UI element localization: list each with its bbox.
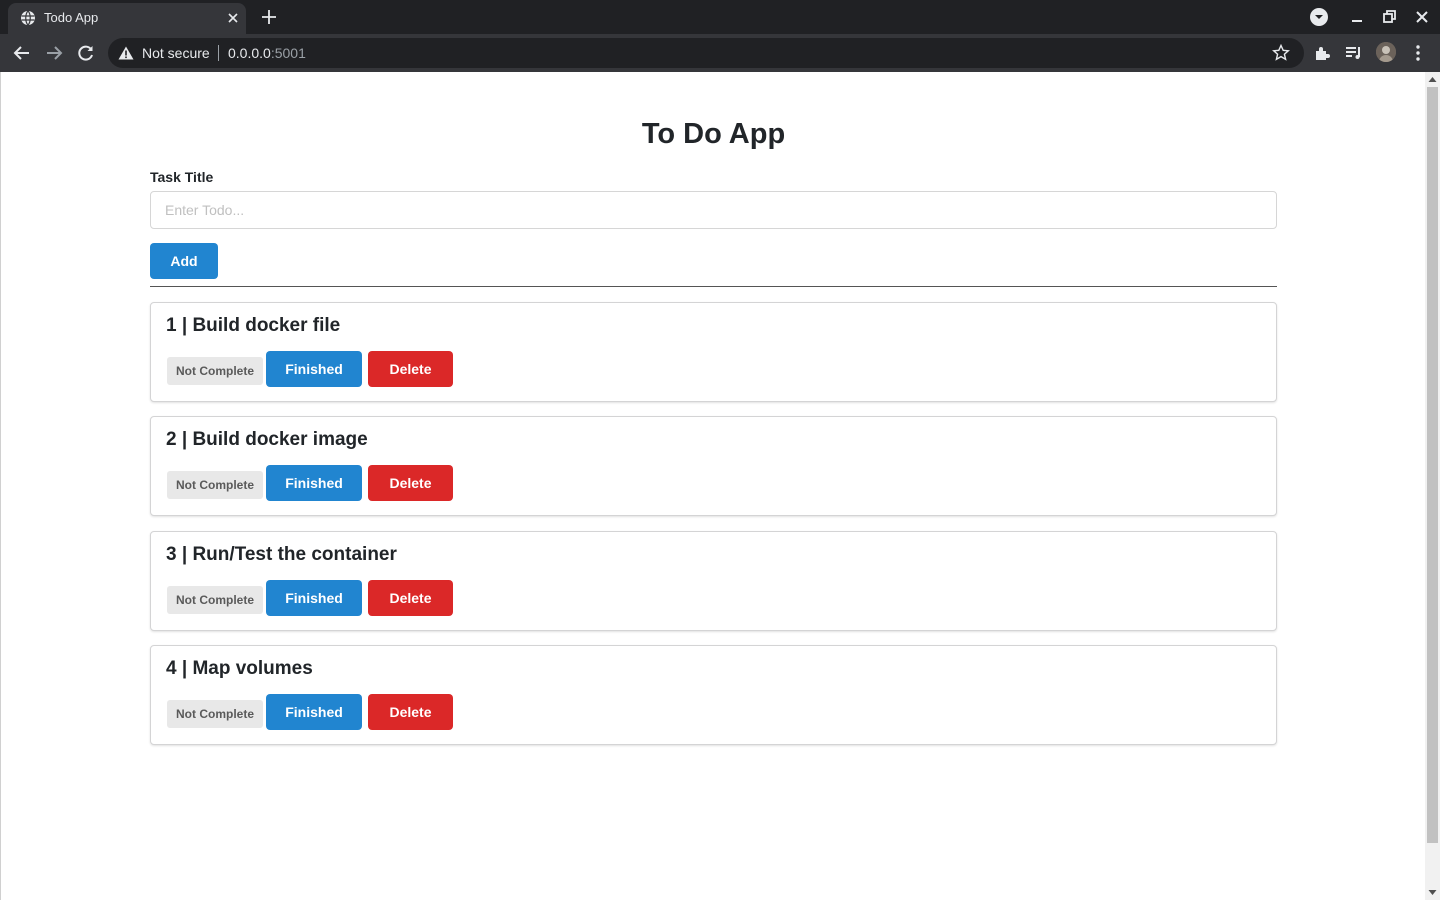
window-close-icon[interactable]	[1412, 7, 1432, 27]
omnibox-separator	[218, 45, 219, 61]
tab-title: Todo App	[44, 10, 99, 25]
profile-avatar-image	[1376, 42, 1396, 62]
scroll-up-arrow-icon[interactable]	[1428, 75, 1437, 84]
close-icon[interactable]	[224, 9, 242, 27]
delete-button[interactable]: Delete	[368, 465, 453, 501]
extensions-icon[interactable]	[1312, 43, 1332, 63]
status-badge: Not Complete	[167, 586, 263, 614]
globe-icon	[21, 10, 35, 26]
more-icon[interactable]	[1408, 43, 1428, 63]
page-title: To Do App	[641, 118, 786, 150]
finished-button[interactable]: Finished	[266, 580, 362, 616]
finished-button[interactable]: Finished	[266, 465, 362, 501]
delete-button[interactable]: Delete	[368, 351, 453, 387]
delete-button[interactable]: Delete	[368, 580, 453, 616]
url-port: :5001	[270, 45, 306, 61]
page-viewport: To Do App Task Title Add 1 | Build docke…	[0, 72, 1425, 900]
task-title: 3 | Run/Test the container	[166, 544, 397, 565]
delete-button[interactable]: Delete	[368, 694, 453, 730]
task-card: 3 | Run/Test the container Not Complete …	[150, 531, 1277, 631]
divider	[150, 286, 1277, 287]
media-dropdown-icon[interactable]	[1309, 7, 1329, 27]
status-badge: Not Complete	[167, 700, 263, 728]
avatar[interactable]	[1376, 42, 1396, 62]
browser-toolbar: Not secure 0.0.0.0:5001	[0, 34, 1440, 72]
browser-tab[interactable]: Todo App	[8, 3, 246, 34]
plus-icon[interactable]	[258, 6, 280, 28]
finished-button[interactable]: Finished	[266, 694, 362, 730]
reload-icon[interactable]	[76, 43, 96, 63]
todo-input[interactable]	[150, 191, 1277, 229]
url-host: 0.0.0.0	[228, 45, 271, 61]
status-badge: Not Complete	[167, 357, 263, 385]
add-button[interactable]: Add	[150, 243, 218, 279]
media-queue-icon[interactable]	[1344, 43, 1364, 63]
task-title: 4 | Map volumes	[166, 658, 313, 679]
scroll-down-arrow-icon[interactable]	[1428, 888, 1437, 897]
task-card: 2 | Build docker image Not Complete Fini…	[150, 416, 1277, 516]
star-icon[interactable]	[1272, 44, 1290, 62]
status-badge: Not Complete	[167, 471, 263, 499]
task-title: 2 | Build docker image	[166, 429, 368, 450]
task-title: 1 | Build docker file	[166, 315, 341, 336]
url-text[interactable]: 0.0.0.0:5001	[228, 45, 306, 61]
back-icon[interactable]	[12, 43, 32, 63]
finished-button[interactable]: Finished	[266, 351, 362, 387]
browser-tab-bar: Todo App	[0, 0, 1440, 34]
scrollbar-thumb[interactable]	[1427, 87, 1438, 843]
address-bar[interactable]: Not secure 0.0.0.0:5001	[108, 38, 1304, 68]
forward-icon[interactable]	[44, 43, 64, 63]
task-card: 1 | Build docker file Not Complete Finis…	[150, 302, 1277, 402]
restore-icon[interactable]	[1379, 7, 1399, 27]
task-card: 4 | Map volumes Not Complete Finished De…	[150, 645, 1277, 745]
security-label[interactable]: Not secure	[142, 45, 210, 61]
page-scrollbar[interactable]	[1425, 72, 1440, 900]
minimize-icon[interactable]	[1347, 7, 1367, 27]
warning-icon[interactable]	[118, 46, 134, 60]
task-title-label: Task Title	[150, 169, 214, 185]
